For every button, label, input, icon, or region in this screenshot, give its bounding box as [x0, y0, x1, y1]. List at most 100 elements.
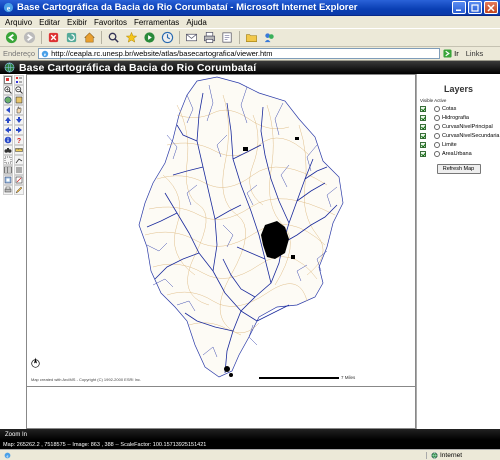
folder-button[interactable]	[244, 31, 259, 45]
buffer-tool[interactable]	[3, 175, 13, 185]
forward-button[interactable]	[22, 31, 37, 45]
layer-row-hidrografia: Hidrografia	[420, 113, 500, 122]
printer-icon	[204, 32, 215, 43]
zoom-full-tool[interactable]	[3, 95, 13, 105]
layer-active-radio[interactable]	[434, 150, 440, 157]
pan-south-tool[interactable]	[14, 115, 24, 125]
layer-name: Cotas	[442, 105, 457, 112]
layer-name: CurvasNivelSecundaria	[442, 132, 500, 139]
refresh-map-button[interactable]: Refresh Map	[436, 164, 481, 174]
pan-west-tool[interactable]	[3, 125, 13, 135]
refresh-icon	[66, 32, 77, 43]
svg-text:e: e	[44, 53, 46, 58]
zone-label: Internet	[440, 451, 463, 459]
layer-active-radio[interactable]	[434, 123, 440, 130]
layer-visible-checkbox[interactable]	[420, 132, 426, 139]
print-map-tool[interactable]	[3, 185, 13, 195]
mail-icon	[186, 33, 197, 42]
layer-active-radio[interactable]	[434, 114, 440, 121]
edit-button[interactable]	[220, 31, 235, 45]
go-button[interactable]: Ir	[443, 49, 459, 58]
draw-tool[interactable]	[14, 185, 24, 195]
address-input[interactable]: e http://ceapla.rc.unesp.br/website/atla…	[38, 48, 441, 59]
maximize-button[interactable]	[468, 1, 482, 14]
search-icon	[108, 32, 119, 43]
links-button[interactable]: Links	[466, 49, 484, 58]
globe-icon	[4, 62, 15, 73]
home-button[interactable]	[82, 31, 97, 45]
zoom-last-tool[interactable]	[3, 105, 13, 115]
folder-icon	[246, 34, 257, 42]
attributes-tool[interactable]	[14, 165, 24, 175]
layer-name: AreaUrbana	[442, 150, 472, 157]
go-arrow-icon	[443, 49, 452, 58]
toggle-overview-tool[interactable]	[3, 75, 13, 85]
favorites-button[interactable]	[124, 31, 139, 45]
globe-zoom-icon	[4, 96, 12, 104]
toggle-legend-tool[interactable]	[14, 75, 24, 85]
zoom-out-tool[interactable]	[14, 85, 24, 95]
address-bar: Endereço e http://ceapla.rc.unesp.br/web…	[0, 47, 500, 61]
layers-title: Layers	[443, 84, 474, 94]
layer-visible-checkbox[interactable]	[420, 114, 426, 121]
identify-tool[interactable]	[3, 135, 13, 145]
pan-east-tool[interactable]	[14, 125, 24, 135]
close-button[interactable]	[484, 1, 498, 14]
pan-north-tool[interactable]	[3, 115, 13, 125]
layer-active-radio[interactable]	[434, 105, 440, 112]
layer-visible-checkbox[interactable]	[420, 123, 426, 130]
zoom-in-tool[interactable]	[3, 85, 13, 95]
stop-button[interactable]	[46, 31, 61, 45]
find-tool[interactable]	[3, 145, 13, 155]
close-icon	[487, 3, 495, 12]
stop-icon	[48, 32, 59, 43]
menu-item-arquivo[interactable]: Arquivo	[5, 18, 32, 27]
zoom-out-icon	[15, 86, 23, 94]
security-zone: Internet	[426, 451, 500, 459]
media-button[interactable]	[142, 31, 157, 45]
back-button[interactable]	[4, 31, 19, 45]
layers-panel: Layers Visible Active Cotas Hidrografia …	[416, 74, 500, 429]
select-box-icon	[4, 156, 12, 164]
menu-item-ajuda[interactable]: Ajuda	[186, 18, 206, 27]
internet-zone-icon	[431, 451, 438, 459]
clear-selection-tool[interactable]	[14, 175, 24, 185]
history-icon	[161, 31, 174, 44]
layer-active-radio[interactable]	[434, 132, 440, 139]
map-view[interactable]: Map created with ArcIMS - Copyright (C) …	[26, 74, 416, 387]
menu-item-ferramentas[interactable]: Ferramentas	[134, 18, 179, 27]
select-rectangle-tool[interactable]	[3, 155, 13, 165]
menu-item-exibir[interactable]: Exibir	[67, 18, 87, 27]
status-left: e	[0, 452, 426, 459]
measure-tool[interactable]	[14, 145, 24, 155]
zoom-active-layer-tool[interactable]	[14, 95, 24, 105]
forward-arrow-icon	[23, 31, 36, 44]
select-line-tool[interactable]	[14, 155, 24, 165]
map-image[interactable]	[27, 75, 415, 386]
table-tool[interactable]	[3, 165, 13, 175]
toolbar-separator	[179, 31, 180, 44]
browser-status-bar: e Internet	[0, 449, 500, 460]
search-button[interactable]	[106, 31, 121, 45]
print-button[interactable]	[202, 31, 217, 45]
layer-active-radio[interactable]	[434, 141, 440, 148]
layer-row-limite: Limite	[420, 140, 500, 149]
map-bottom-area	[26, 387, 416, 429]
layer-visible-checkbox[interactable]	[420, 150, 426, 157]
mail-button[interactable]	[184, 31, 199, 45]
menu-item-editar[interactable]: Editar	[39, 18, 60, 27]
layer-visible-checkbox[interactable]	[420, 141, 426, 148]
info-icon	[4, 136, 12, 144]
layer-visible-checkbox[interactable]	[420, 105, 426, 112]
menu-item-favoritos[interactable]: Favoritos	[94, 18, 127, 27]
messenger-button[interactable]	[262, 31, 277, 45]
browser-toolbar	[0, 29, 500, 47]
minimize-button[interactable]	[452, 1, 466, 14]
refresh-button[interactable]	[64, 31, 79, 45]
layer-zoom-icon	[15, 96, 23, 104]
select-line-icon	[15, 158, 23, 164]
address-label: Endereço	[3, 49, 36, 58]
query-tool[interactable]: ?	[14, 135, 24, 145]
history-button[interactable]	[160, 31, 175, 45]
pan-tool[interactable]	[14, 105, 24, 115]
